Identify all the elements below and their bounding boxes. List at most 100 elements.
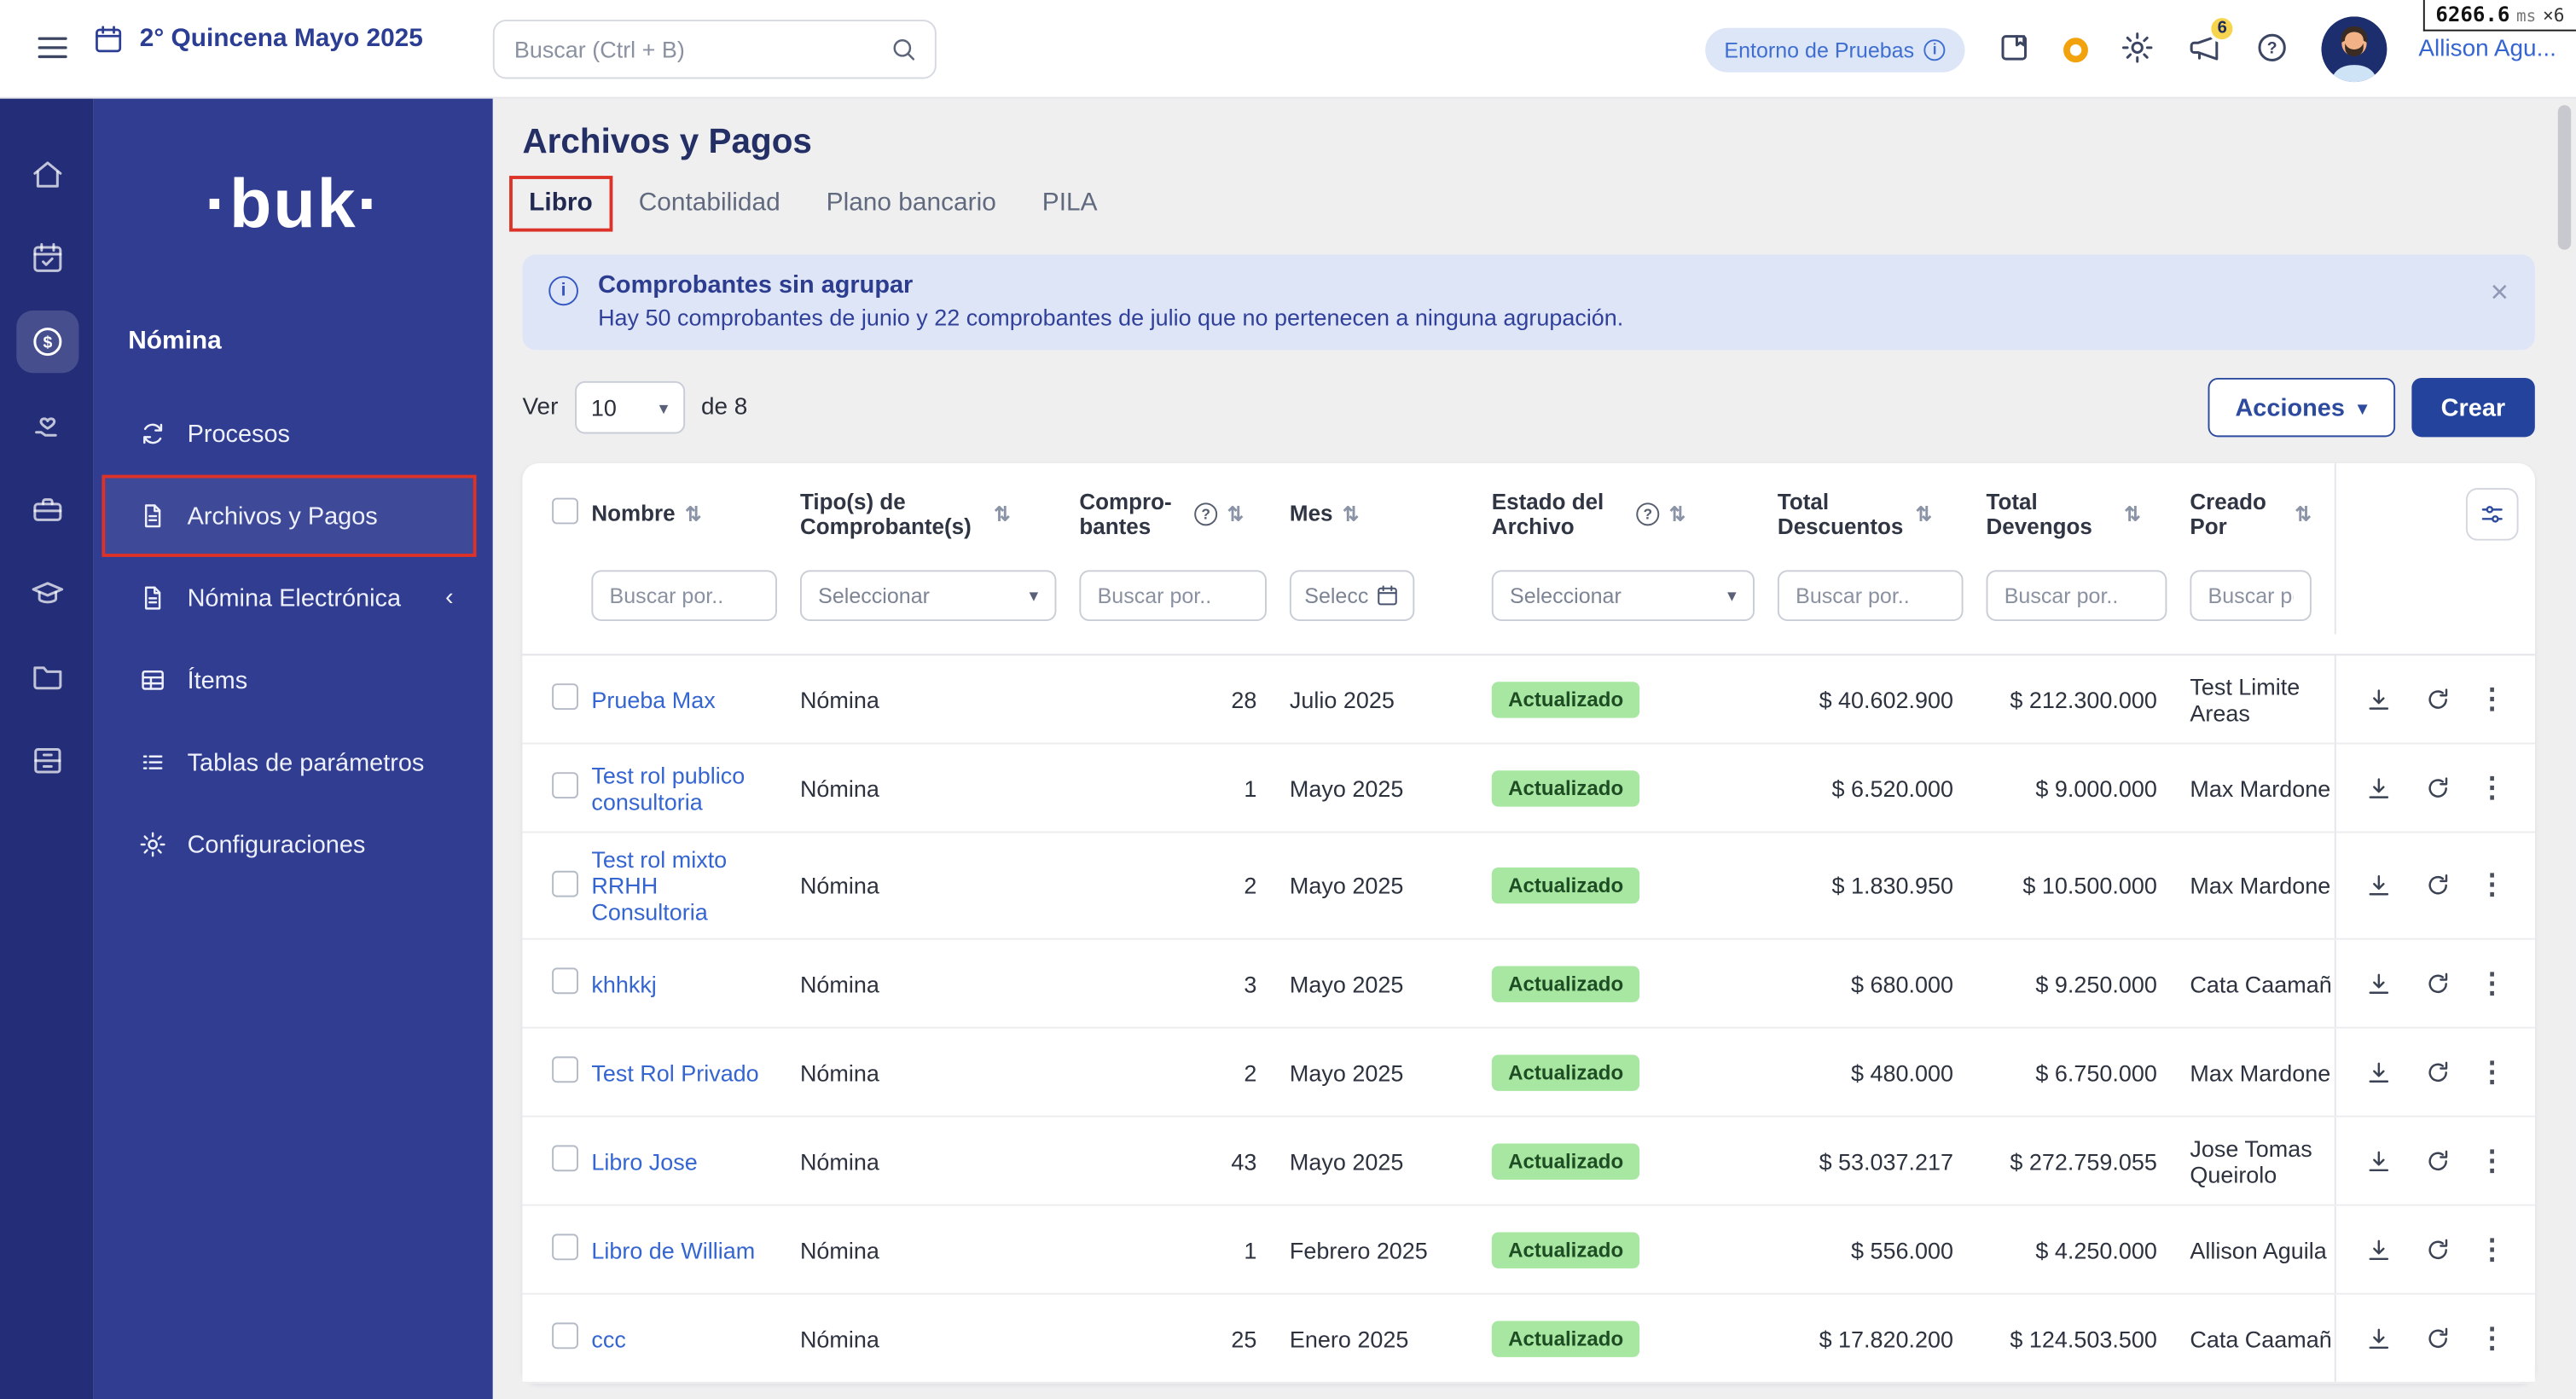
- sidebar-item-tablas-de-parametros[interactable]: Tablas de parámetros: [105, 724, 473, 800]
- rail-item-home[interactable]: [0, 136, 94, 212]
- file-name-link[interactable]: Test rol mixto RRHH Consultoria: [591, 846, 727, 925]
- tab-plano-bancario[interactable]: Plano bancario: [809, 179, 1012, 229]
- column-header-creado-por[interactable]: Creado Por ⇅: [2190, 473, 2334, 549]
- sort-icon[interactable]: ⇅: [1227, 502, 1244, 525]
- refresh-button[interactable]: [2418, 964, 2457, 1003]
- settings-button[interactable]: [2120, 29, 2155, 70]
- kebab-menu-button[interactable]: ⋮: [2477, 1319, 2507, 1358]
- refresh-button[interactable]: [2418, 1230, 2457, 1269]
- download-button[interactable]: [2359, 866, 2399, 905]
- column-header-total-descuentos[interactable]: Total Descuentos ⇅: [1778, 473, 1987, 549]
- rail-item-education[interactable]: [0, 555, 94, 631]
- filter-select-estado-del-archivo[interactable]: Seleccionar ▾: [1491, 570, 1755, 622]
- download-button[interactable]: [2359, 1141, 2399, 1181]
- tab-contabilidad[interactable]: Contabilidad: [622, 179, 797, 229]
- kebab-menu-button[interactable]: ⋮: [2477, 679, 2507, 718]
- filter-input-total-descuentos[interactable]: [1777, 570, 1964, 622]
- sort-icon[interactable]: ⇅: [994, 502, 1010, 525]
- download-button[interactable]: [2359, 1053, 2399, 1092]
- bookmark-button[interactable]: [1996, 29, 2032, 70]
- rail-item-calendar-check[interactable]: [0, 220, 94, 296]
- column-header-compro-bantes[interactable]: Compro-bantes? ⇅: [1079, 473, 1290, 549]
- sidebar-item-configuraciones[interactable]: Configuraciones: [105, 807, 473, 883]
- rail-item-cabinet[interactable]: [0, 723, 94, 798]
- file-name-link[interactable]: Test rol publico consultoria: [591, 762, 745, 815]
- row-checkbox[interactable]: [552, 683, 578, 711]
- help-tooltip-icon[interactable]: ?: [1636, 502, 1660, 525]
- download-button[interactable]: [2359, 964, 2399, 1003]
- filter-date-mes[interactable]: Seleccionar: [1289, 570, 1415, 622]
- refresh-button[interactable]: [2418, 679, 2457, 718]
- file-name-link[interactable]: Prueba Max: [591, 686, 715, 712]
- sort-icon[interactable]: ⇅: [2295, 502, 2312, 525]
- refresh-button[interactable]: [2418, 1319, 2457, 1358]
- announcements-button[interactable]: 6: [2187, 14, 2237, 70]
- kebab-menu-button[interactable]: ⋮: [2477, 1230, 2507, 1269]
- sort-icon[interactable]: ⇅: [685, 502, 701, 525]
- file-name-link[interactable]: Libro Jose: [591, 1147, 697, 1174]
- filter-select-tipo-s-de-comprobante-s[interactable]: Seleccionar ▾: [799, 570, 1057, 622]
- refresh-button[interactable]: [2418, 768, 2457, 807]
- rail-item-dollar[interactable]: $: [0, 304, 94, 380]
- filter-input-compro-bantes[interactable]: [1079, 570, 1267, 622]
- hamburger-menu-button[interactable]: [33, 28, 73, 73]
- sort-icon[interactable]: ⇅: [1916, 502, 1932, 525]
- sort-icon[interactable]: ⇅: [1669, 502, 1685, 525]
- search-input[interactable]: [510, 34, 889, 65]
- sidebar-item-nomina-electronica[interactable]: Nómina Electrónica ‹: [105, 560, 473, 636]
- row-checkbox[interactable]: [552, 1322, 578, 1350]
- kebab-menu-button[interactable]: ⋮: [2477, 866, 2507, 905]
- assistant-icon[interactable]: [2063, 37, 2089, 62]
- row-checkbox[interactable]: [552, 869, 578, 897]
- row-checkbox[interactable]: [552, 967, 578, 995]
- tab-libro[interactable]: Libro: [509, 176, 612, 232]
- sidebar-item-items[interactable]: Ítems: [105, 642, 473, 718]
- refresh-button[interactable]: [2418, 1053, 2457, 1092]
- sort-icon[interactable]: ⇅: [2124, 502, 2140, 525]
- sidebar-item-archivos-y-pagos[interactable]: Archivos y Pagos: [102, 474, 477, 557]
- rail-item-folder[interactable]: [0, 639, 94, 715]
- user-avatar[interactable]: [2321, 16, 2387, 83]
- scrollbar-thumb[interactable]: [2557, 105, 2572, 250]
- column-settings-button[interactable]: [2465, 487, 2519, 540]
- period-selector[interactable]: 2° Quincena Mayo 2025: [92, 23, 423, 56]
- kebab-menu-button[interactable]: ⋮: [2477, 964, 2507, 1003]
- buk-logo[interactable]: ·buk·: [94, 165, 493, 243]
- create-button[interactable]: Crear: [2411, 377, 2535, 438]
- row-checkbox[interactable]: [552, 772, 578, 799]
- refresh-button[interactable]: [2418, 866, 2457, 905]
- kebab-menu-button[interactable]: ⋮: [2477, 1053, 2507, 1092]
- file-name-link[interactable]: Libro de William: [591, 1236, 755, 1263]
- kebab-menu-button[interactable]: ⋮: [2477, 768, 2507, 807]
- search-icon[interactable]: [889, 34, 919, 64]
- filter-input-total-devengos[interactable]: [1986, 570, 2167, 622]
- download-button[interactable]: [2359, 768, 2399, 807]
- file-name-link[interactable]: Test Rol Privado: [591, 1059, 758, 1085]
- actions-button[interactable]: Acciones ▾: [2207, 377, 2395, 438]
- sidebar-item-procesos[interactable]: Procesos: [105, 396, 473, 472]
- file-name-link[interactable]: khhkkj: [591, 970, 656, 996]
- column-header-estado-del-archivo[interactable]: Estado del Archivo? ⇅: [1492, 473, 1778, 549]
- user-name[interactable]: Allison Agu...: [2418, 36, 2556, 62]
- column-header-tipo-s-de-comprobante-s[interactable]: Tipo(s) de Comprobante(s) ⇅: [800, 473, 1079, 549]
- refresh-button[interactable]: [2418, 1141, 2457, 1181]
- filter-input-nombre[interactable]: [591, 570, 777, 622]
- column-header-nombre[interactable]: Nombre ⇅: [591, 485, 800, 536]
- row-checkbox[interactable]: [552, 1145, 578, 1172]
- rail-item-wellness[interactable]: [0, 388, 94, 464]
- download-button[interactable]: [2359, 1319, 2399, 1358]
- rail-item-briefcase[interactable]: [0, 472, 94, 548]
- row-checkbox[interactable]: [552, 1056, 578, 1083]
- help-tooltip-icon[interactable]: ?: [1194, 502, 1218, 525]
- download-button[interactable]: [2359, 679, 2399, 718]
- help-button[interactable]: ?: [2254, 29, 2290, 70]
- download-button[interactable]: [2359, 1230, 2399, 1269]
- row-checkbox[interactable]: [552, 1234, 578, 1261]
- column-header-total-devengos[interactable]: Total Devengos ⇅: [1987, 473, 2190, 549]
- kebab-menu-button[interactable]: ⋮: [2477, 1141, 2507, 1181]
- file-name-link[interactable]: ccc: [591, 1325, 625, 1351]
- page-size-select[interactable]: 10 ▾: [574, 380, 685, 434]
- select-all-checkbox[interactable]: [552, 496, 578, 524]
- sort-icon[interactable]: ⇅: [1343, 502, 1359, 525]
- tab-pila[interactable]: PILA: [1026, 179, 1114, 229]
